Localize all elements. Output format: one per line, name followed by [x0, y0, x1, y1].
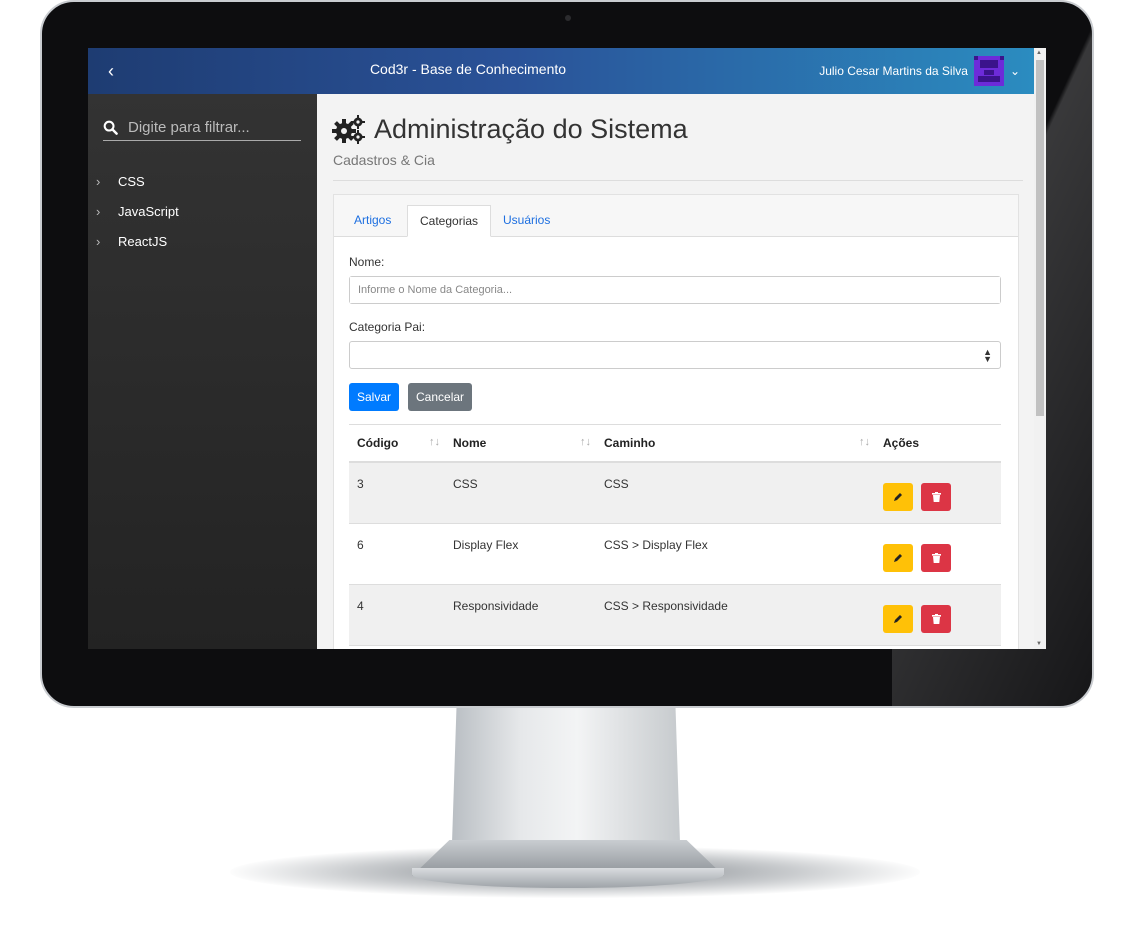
cell-codigo: 3 — [357, 477, 364, 491]
trash-icon — [931, 492, 941, 502]
tree-item-reactjs[interactable]: › ReactJS — [96, 226, 179, 256]
page-title: Administração do Sistema — [332, 114, 688, 145]
admin-card: Artigos Categorias Usuários Nome: Catego… — [333, 194, 1019, 649]
category-name-field — [349, 276, 1001, 304]
chevron-right-icon: › — [96, 203, 101, 219]
cell-nome: Responsividade — [453, 599, 539, 613]
scroll-down-icon[interactable]: ▼ — [1036, 641, 1042, 647]
user-name: Julio Cesar Martins da Silva — [819, 64, 968, 78]
tree-item-label: JavaScript — [118, 203, 179, 219]
divider — [333, 180, 1023, 181]
chevron-right-icon: › — [96, 233, 101, 249]
edit-button[interactable] — [883, 544, 913, 572]
cell-caminho: CSS — [604, 477, 629, 491]
tree-item-label: CSS — [118, 173, 145, 189]
page-scrollbar[interactable]: ▲ ▼ — [1034, 48, 1046, 649]
chevron-down-icon: ⌄ — [1009, 64, 1020, 78]
categories-table: Código ↑↓ Nome ↑↓ Caminho ↑↓ Ações 3 CSS… — [349, 424, 1001, 646]
column-caminho[interactable]: Caminho — [604, 436, 655, 450]
tab-categorias[interactable]: Categorias — [407, 205, 492, 237]
table-row: 6 Display Flex CSS > Display Flex — [349, 524, 1001, 585]
scroll-up-icon[interactable]: ▲ — [1036, 50, 1042, 56]
tab-usuarios[interactable]: Usuários — [491, 205, 562, 235]
tree-item-css[interactable]: › CSS — [96, 166, 179, 196]
delete-button[interactable] — [921, 483, 951, 511]
page-subtitle: Cadastros & Cia — [333, 152, 435, 168]
gears-icon — [332, 114, 365, 144]
category-tree: › CSS › JavaScript › ReactJS — [96, 166, 179, 256]
app-title: Cod3r - Base de Conhecimento — [369, 61, 567, 77]
column-codigo[interactable]: Código — [357, 436, 398, 450]
category-name-input[interactable] — [350, 277, 1000, 303]
table-header: Código ↑↓ Nome ↑↓ Caminho ↑↓ Ações — [349, 424, 1001, 463]
table-row: 3 CSS CSS — [349, 463, 1001, 524]
pencil-icon — [894, 615, 902, 623]
tab-bar: Artigos Categorias Usuários — [334, 195, 1018, 237]
cell-caminho: CSS > Display Flex — [604, 538, 708, 552]
delete-button[interactable] — [921, 544, 951, 572]
select-arrows-icon: ▲ ▼ — [983, 347, 992, 364]
search-icon — [103, 120, 118, 135]
sidebar: › CSS › JavaScript › ReactJS — [88, 94, 317, 649]
user-dropdown[interactable]: Julio Cesar Martins da Silva ⌄ — [819, 56, 1020, 86]
sort-icon[interactable]: ↑↓ — [429, 436, 440, 448]
parent-label: Categoria Pai: — [349, 320, 426, 334]
pencil-icon — [894, 493, 902, 501]
sort-icon[interactable]: ↑↓ — [859, 436, 870, 448]
column-nome[interactable]: Nome — [453, 436, 486, 450]
sort-icon[interactable]: ↑↓ — [580, 436, 591, 448]
edit-button[interactable] — [883, 483, 913, 511]
tree-item-javascript[interactable]: › JavaScript — [96, 196, 179, 226]
cell-codigo: 4 — [357, 599, 364, 613]
app-screen: ‹ Cod3r - Base de Conhecimento Julio Ces… — [88, 48, 1046, 649]
cell-codigo: 6 — [357, 538, 364, 552]
delete-button[interactable] — [921, 605, 951, 633]
trash-icon — [931, 553, 941, 563]
column-acoes: Ações — [883, 436, 920, 450]
table-row: 4 Responsividade CSS > Responsividade — [349, 585, 1001, 646]
search-input[interactable] — [126, 117, 300, 137]
cell-caminho: CSS > Responsividade — [604, 599, 728, 613]
edit-button[interactable] — [883, 605, 913, 633]
page-title-text: Administração do Sistema — [374, 114, 688, 144]
app-header: ‹ Cod3r - Base de Conhecimento Julio Ces… — [88, 48, 1034, 94]
name-label: Nome: — [349, 255, 385, 269]
parent-category-select[interactable]: ▲ ▼ — [349, 341, 1001, 369]
camera-icon — [565, 15, 571, 21]
main-content: Administração do Sistema Cadastros & Cia… — [317, 94, 1034, 649]
search-box — [103, 114, 301, 141]
avatar — [973, 56, 1004, 86]
cell-nome: CSS — [453, 477, 478, 491]
cell-nome: Display Flex — [453, 538, 519, 552]
save-button[interactable]: Salvar — [349, 383, 400, 411]
pencil-icon — [894, 554, 902, 562]
trash-icon — [931, 614, 941, 624]
chevron-right-icon: › — [96, 173, 101, 189]
scrollbar-thumb[interactable] — [1036, 60, 1044, 416]
tab-artigos[interactable]: Artigos — [342, 205, 403, 235]
cancel-button[interactable]: Cancelar — [408, 383, 473, 411]
tree-item-label: ReactJS — [118, 233, 168, 249]
